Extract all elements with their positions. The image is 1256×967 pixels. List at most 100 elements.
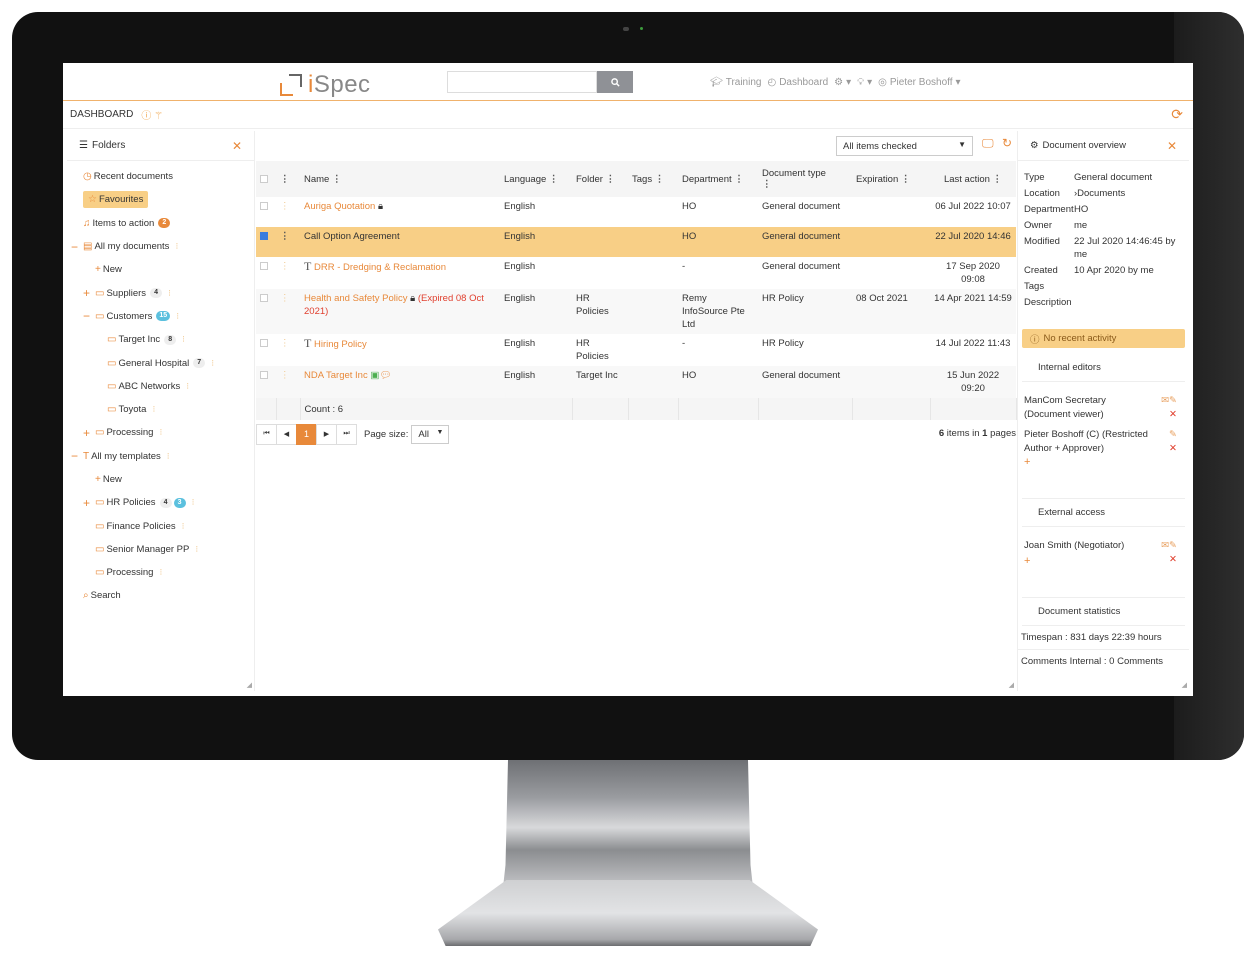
column-header-language[interactable]: Language ⋮ (500, 161, 572, 197)
monitor-icon[interactable]: 🖵︎ (982, 136, 994, 151)
next-page-button[interactable]: ▶ (316, 423, 337, 445)
folder-item[interactable]: − ▤ All my documents ⁝ (67, 235, 254, 258)
folder-menu-icon[interactable]: ⁝ (182, 334, 185, 345)
column-menu-icon[interactable]: ⋮ (332, 174, 342, 185)
column-header-document-type[interactable]: Document type ⋮ (758, 161, 852, 197)
folder-item[interactable]: ▭ Toyota ⁝ (67, 398, 254, 421)
row-menu-icon[interactable]: ⋮ (280, 370, 290, 381)
row-menu-icon[interactable]: ⋮ (280, 293, 290, 304)
folder-menu-icon[interactable]: ⁝ (211, 358, 214, 369)
folder-menu-icon[interactable]: ⁝ (152, 404, 155, 415)
table-row[interactable]: ⋮ Health and Safety Policy 🔒︎ (Expired 0… (256, 289, 1016, 334)
row-menu-icon[interactable]: ⋮ (280, 231, 290, 242)
field-value[interactable]: ›Documents (1074, 187, 1125, 200)
prev-page-button[interactable]: ◀ (276, 423, 297, 445)
expand-icon[interactable]: + (83, 286, 95, 300)
select-all-checkbox[interactable] (260, 174, 268, 183)
row-menu-icon[interactable]: ⋮ (280, 338, 290, 349)
column-header-folder[interactable]: Folder ⋮ (572, 161, 628, 197)
row-checkbox[interactable] (260, 262, 268, 270)
folder-item[interactable]: − T All my templates ⁝ (67, 445, 254, 468)
folder-menu-icon[interactable]: ⁝ (159, 567, 162, 578)
help-menu[interactable]: 💡︎ ▾ (857, 77, 872, 88)
settings-menu[interactable]: ⚙ ▾ (834, 77, 851, 88)
nav-dashboard[interactable]: ◴ Dashboard (767, 77, 828, 88)
refresh-icon[interactable]: ⟳ (1171, 106, 1183, 123)
column-menu-icon[interactable]: ⋮ (549, 174, 559, 185)
magic-wand-icon[interactable]: ⚚ (154, 111, 163, 122)
folder-item[interactable]: + New (67, 258, 254, 281)
column-header-tags[interactable]: Tags ⋮ (628, 161, 678, 197)
folder-menu-icon[interactable]: ⁝ (186, 381, 189, 392)
folder-menu-icon[interactable]: ⁝ (168, 288, 171, 299)
folder-item[interactable]: ▭ Processing ⁝ (67, 561, 254, 584)
document-name-link[interactable]: Hiring Policy (314, 339, 367, 350)
folder-item[interactable]: + ▭ Suppliers 4 ⁝ (67, 281, 254, 304)
row-menu-icon[interactable]: ⋮ (280, 261, 290, 272)
folder-menu-icon[interactable]: ⁝ (192, 497, 195, 508)
document-name-link[interactable]: NDA Target Inc (304, 370, 368, 381)
expand-icon[interactable]: + (83, 496, 95, 510)
column-menu-icon[interactable]: ⋮ (993, 174, 1003, 185)
column-menu-icon[interactable]: ⋮ (606, 174, 616, 185)
nav-training[interactable]: 🎓︎ Training (710, 77, 761, 88)
column-menu-icon[interactable]: ⋮ (655, 174, 665, 185)
column-header-last-action[interactable]: Last action ⋮ (930, 161, 1016, 197)
table-row[interactable]: ⋮ Call Option Agreement English HO Gener… (256, 227, 1016, 257)
page-1-button[interactable]: 1 (296, 423, 317, 445)
search-button[interactable] (597, 71, 633, 93)
remove-icon[interactable]: ✕ (1169, 554, 1177, 565)
folder-item[interactable]: + ▭ HR Policies 4 3 ⁝ (67, 491, 254, 514)
row-checkbox[interactable] (260, 371, 268, 379)
column-menu-icon[interactable]: ⋮ (762, 179, 772, 190)
filter-select[interactable]: All items checked ▼ (836, 136, 973, 156)
folder-item[interactable]: ☆ Favourites (67, 188, 254, 211)
folder-item[interactable]: ▭ General Hospital 7 ⁝ (67, 351, 254, 374)
folder-item[interactable]: ▭ Senior Manager PP ⁝ (67, 538, 254, 561)
column-menu-icon[interactable]: ⋮ (901, 174, 911, 185)
image-attachment-icon[interactable]: ▣ (370, 370, 379, 381)
column-menu-icon[interactable]: ⋮ (734, 174, 744, 185)
resize-handle[interactable]: ◢ (1009, 681, 1014, 689)
edit-pencil-icon[interactable]: ✎ (1169, 540, 1177, 551)
comments-icon[interactable]: 💬︎ (379, 370, 391, 381)
table-row[interactable]: ⋮ NDA Target Inc ▣💬︎ English Target Inc … (256, 366, 1016, 398)
row-checkbox[interactable] (260, 202, 268, 210)
table-row[interactable]: ⋮ Auriga Quotation 🔒︎ English HO General… (256, 197, 1016, 227)
first-page-button[interactable]: ⏮ (256, 423, 277, 445)
folder-menu-icon[interactable]: ⁝ (176, 311, 179, 322)
close-icon[interactable]: ✕ (1167, 139, 1177, 153)
folder-menu-icon[interactable]: ⁝ (195, 544, 198, 555)
edit-pencil-icon[interactable]: ✎ (1169, 395, 1177, 406)
page-size-select[interactable]: All ▼ (411, 424, 450, 444)
logo[interactable]: iSpec (280, 71, 371, 99)
resize-handle[interactable]: ◢ (1182, 681, 1187, 689)
email-icon[interactable]: ✉ (1161, 395, 1169, 406)
resize-handle[interactable]: ◢ (247, 681, 252, 689)
close-icon[interactable]: ✕ (232, 139, 242, 153)
folder-item[interactable]: + ▭ Processing ⁝ (67, 421, 254, 444)
user-menu[interactable]: ◎ Pieter Boshoff ▾ (878, 77, 960, 88)
collapse-icon[interactable]: − (71, 449, 83, 463)
last-page-button[interactable]: ⏭ (336, 423, 357, 445)
folder-item[interactable]: + New (67, 468, 254, 491)
row-menu-icon[interactable]: ⋮ (280, 201, 290, 212)
reload-icon[interactable]: ↻ (1002, 136, 1012, 150)
document-name-link[interactable]: Call Option Agreement (304, 231, 400, 242)
folder-item[interactable]: − ▭ Customers 15 ⁝ (67, 305, 254, 328)
table-row[interactable]: ⋮ T Hiring Policy English HR Policies - … (256, 334, 1016, 366)
document-name-link[interactable]: Health and Safety Policy (304, 293, 408, 304)
folder-item[interactable]: ⌕ Search (67, 584, 254, 607)
folder-item[interactable]: ▭ ABC Networks ⁝ (67, 375, 254, 398)
collapse-icon[interactable]: − (71, 240, 83, 254)
row-checkbox[interactable] (260, 294, 268, 302)
folder-menu-icon[interactable]: ⁝ (167, 451, 170, 462)
column-header-name[interactable]: Name ⋮ (300, 161, 500, 197)
document-name-link[interactable]: Auriga Quotation (304, 201, 375, 212)
search-input[interactable] (447, 71, 597, 93)
table-row[interactable]: ⋮ T DRR - Dredging & Reclamation English… (256, 257, 1016, 289)
collapse-icon[interactable]: − (83, 309, 95, 323)
remove-icon[interactable]: ✕ (1169, 409, 1177, 420)
folder-menu-icon[interactable]: ⁝ (159, 427, 162, 438)
folder-item[interactable]: ▭ Target Inc 8 ⁝ (67, 328, 254, 351)
